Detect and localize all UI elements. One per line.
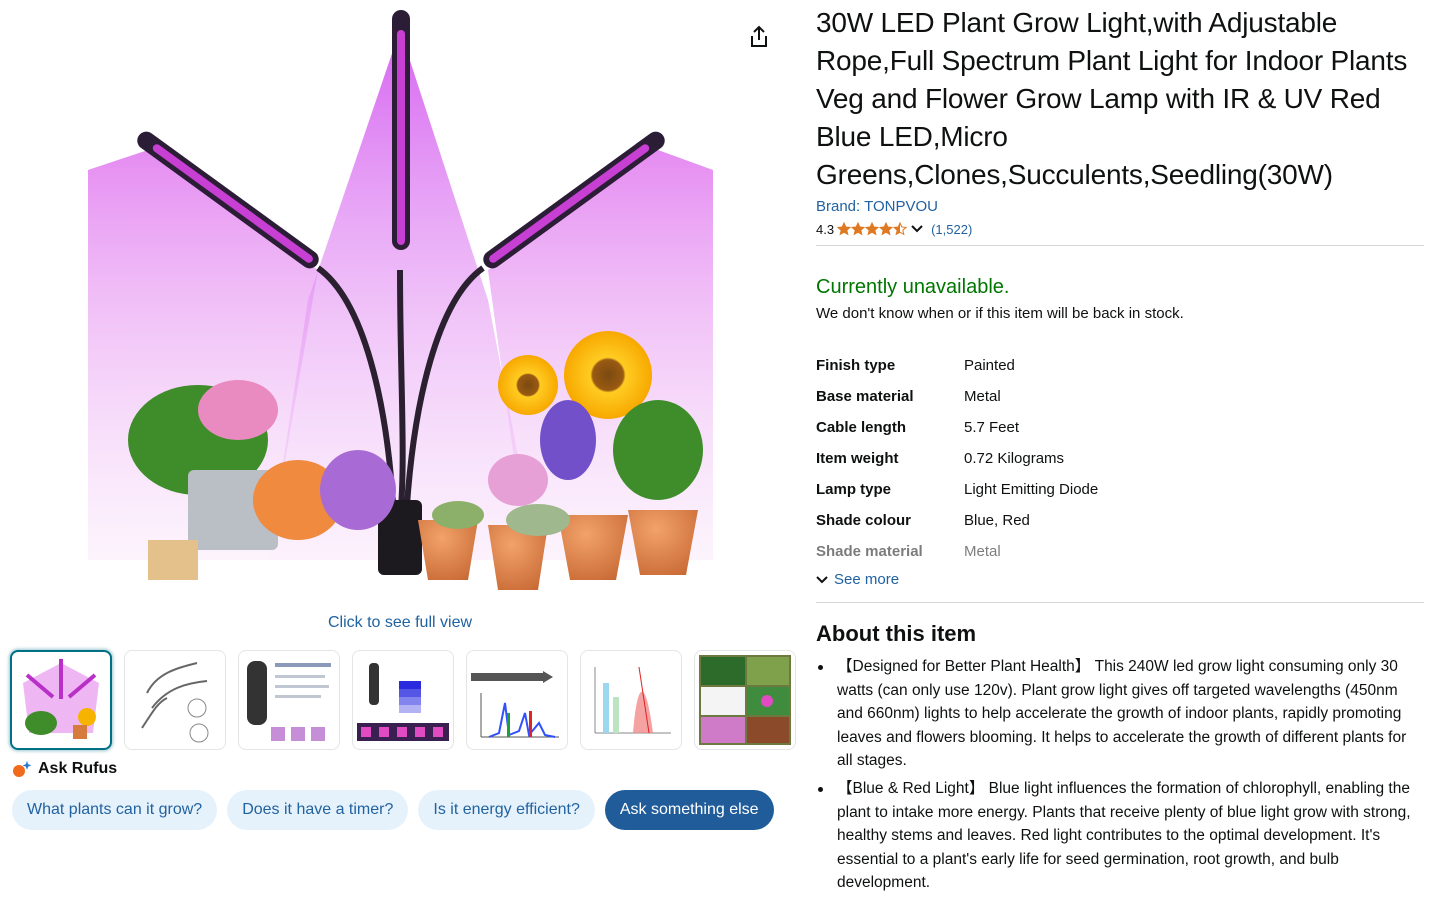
about-bullet: 【Blue & Red Light】 Blue light influences… xyxy=(816,777,1424,895)
spec-key: Item weight xyxy=(816,450,899,467)
availability-note: We don't know when or if this item will … xyxy=(816,305,1184,322)
spec-row: Item weight 0.72 Kilograms xyxy=(816,443,1424,474)
ask-rufus-label: Ask Rufus xyxy=(38,760,118,777)
timer-controller-icon xyxy=(247,661,331,741)
spec-key: Shade material xyxy=(816,543,923,560)
spec-key: Cable length xyxy=(816,419,907,436)
spec-row: Finish type Painted xyxy=(816,350,1424,381)
rufus-ask-something-else-button[interactable]: Ask something else xyxy=(604,790,774,830)
spec-row: Base material Metal xyxy=(816,381,1424,412)
thumbnail-1[interactable] xyxy=(10,650,112,750)
ask-rufus-header: Ask Rufus xyxy=(12,760,117,778)
share-button[interactable] xyxy=(744,22,774,52)
spec-value: 0.72 Kilograms xyxy=(964,450,1065,467)
grow-light-illustration xyxy=(88,10,713,590)
spec-key: Finish type xyxy=(816,357,896,374)
product-title: 30W LED Plant Grow Light,with Adjustable… xyxy=(816,7,1408,190)
thumbnail-5[interactable] xyxy=(466,650,568,750)
product-specs-table: Finish type Painted Base material Metal Ca… xyxy=(816,350,1424,567)
spec-key: Base material xyxy=(816,388,914,405)
stars-icon xyxy=(837,222,907,235)
divider xyxy=(816,245,1424,246)
chevron-down-icon[interactable] xyxy=(910,224,924,234)
plant-collage-icon xyxy=(699,655,791,745)
rufus-icon xyxy=(13,761,32,777)
spec-row: Lamp type Light Emitting Diode xyxy=(816,474,1424,505)
spectrum-map-icon xyxy=(471,671,559,738)
star-rating[interactable] xyxy=(837,222,907,236)
spec-value: Painted xyxy=(964,357,1015,374)
see-more-link[interactable]: See more xyxy=(816,571,1424,588)
spec-value: Metal xyxy=(964,388,1001,405)
share-icon xyxy=(751,25,767,47)
rufus-chip-plants[interactable]: What plants can it grow? xyxy=(12,790,218,830)
brand-link[interactable]: Brand: TONPVOU xyxy=(816,198,1424,215)
spec-key: Shade colour xyxy=(816,512,912,529)
spec-key: Lamp type xyxy=(816,481,892,498)
ratings-count-link[interactable]: (1,522) xyxy=(931,222,972,237)
rufus-chip-energy[interactable]: Is it energy efficient? xyxy=(418,790,595,830)
chevron-down-icon xyxy=(816,575,828,583)
rating-row: 4.3 (1,522) xyxy=(816,220,1424,238)
divider xyxy=(816,602,1424,603)
thumbnail-2[interactable] xyxy=(124,650,226,750)
thumbnail-3[interactable] xyxy=(238,650,340,750)
thumbnail-7[interactable] xyxy=(694,650,796,750)
spec-value: Blue, Red xyxy=(964,512,1030,529)
product-details: 30W LED Plant Grow Light,with Adjustable… xyxy=(816,0,1424,897)
thumbnail-4[interactable] xyxy=(352,650,454,750)
media-column: Click to see full view Ask Rufus What pl… xyxy=(0,0,800,897)
thumbnail-strip xyxy=(10,650,796,750)
thumbnail-6[interactable] xyxy=(580,650,682,750)
product-main-image[interactable] xyxy=(88,0,714,610)
spec-row: Shade colour Blue, Red xyxy=(816,505,1424,536)
see-more-label: See more xyxy=(834,571,900,588)
spec-value: Light Emitting Diode xyxy=(964,481,1099,498)
full-view-link[interactable]: Click to see full view xyxy=(0,614,800,632)
rufus-question-chips: What plants can it grow? Does it have a … xyxy=(12,790,774,830)
three-arm-lamp-drawing-icon xyxy=(141,662,209,743)
spectrum-chart-icon xyxy=(594,666,671,734)
rufus-chip-timer[interactable]: Does it have a timer? xyxy=(227,790,409,830)
spec-value: 5.7 Feet xyxy=(964,419,1020,436)
spec-row: Cable length 5.7 Feet xyxy=(816,412,1424,443)
dimming-mode-icon xyxy=(357,663,449,741)
about-bullets: 【Designed for Better Plant Health】 This … xyxy=(816,655,1424,895)
about-heading: About this item xyxy=(816,621,977,646)
grow-light-photo-icon xyxy=(23,659,99,739)
availability-status: Currently unavailable. xyxy=(816,276,1010,298)
rating-value: 4.3 xyxy=(816,221,835,237)
about-bullet: 【Designed for Better Plant Health】 This … xyxy=(816,655,1424,773)
spec-value: Metal xyxy=(964,543,1001,560)
spec-row: Shade material Metal xyxy=(816,536,1424,567)
